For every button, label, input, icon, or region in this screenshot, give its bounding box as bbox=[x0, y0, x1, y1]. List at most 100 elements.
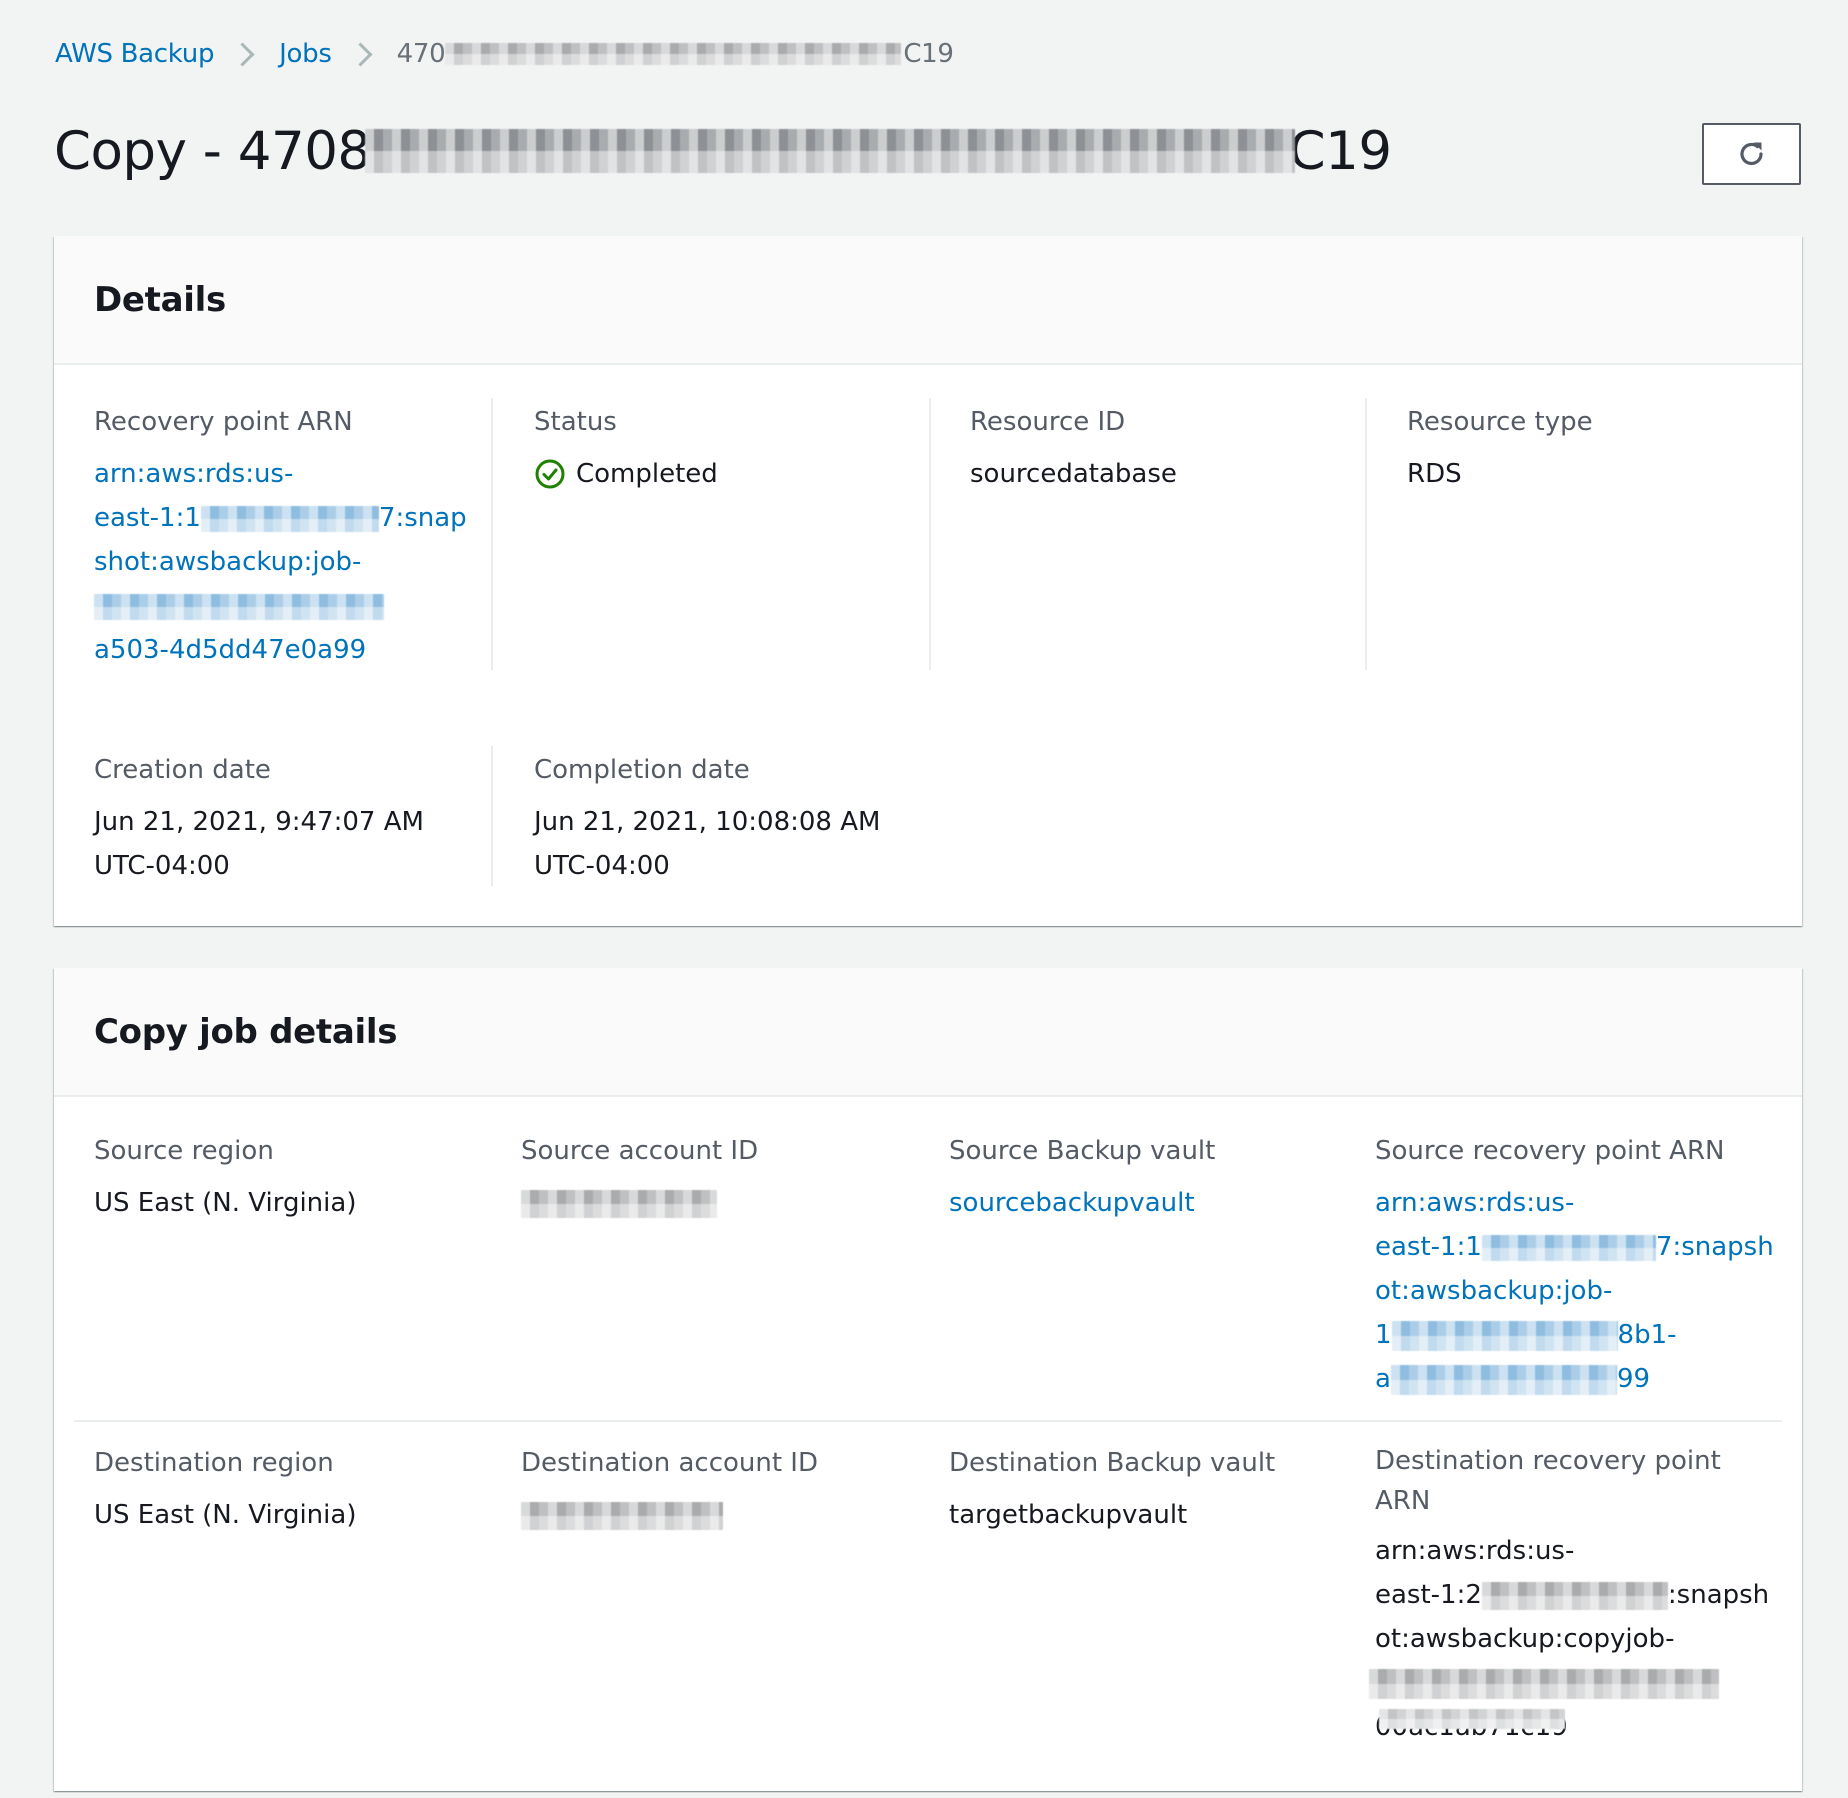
arn-segment: 7:snapsh bbox=[1655, 1232, 1774, 1262]
resource-type-value: RDS bbox=[1407, 459, 1462, 489]
arn-segment: 99 bbox=[1616, 1364, 1651, 1394]
arn-segment: 7:snap bbox=[378, 503, 467, 533]
breadcrumb-current-prefix: 470 bbox=[396, 39, 446, 69]
details-title: Details bbox=[94, 279, 226, 320]
breadcrumb-aws-backup[interactable]: AWS Backup bbox=[55, 39, 214, 69]
arn-line: ot:awsbackup:copyjob- bbox=[1375, 1624, 1675, 1654]
field-label: Status bbox=[534, 407, 617, 437]
arn-line: east-1:1 7:snapsh bbox=[1375, 1225, 1774, 1269]
field-creation-date: Creation date Jun 21, 2021, 9:47:07 AM U… bbox=[94, 748, 424, 888]
arn-line: shot:awsbackup:job- bbox=[94, 547, 362, 577]
redacted-text bbox=[200, 505, 379, 532]
field-status: Status Completed bbox=[534, 400, 718, 496]
redacted-text bbox=[445, 43, 902, 65]
arn-line: 1 8b1- bbox=[1375, 1313, 1774, 1357]
destination-backup-vault-value: targetbackupvault bbox=[949, 1500, 1188, 1530]
refresh-button[interactable] bbox=[1702, 123, 1801, 185]
field-label: Destination Backup vault bbox=[949, 1448, 1276, 1478]
status-badge: Completed bbox=[534, 452, 718, 496]
column-divider bbox=[1365, 398, 1367, 670]
arn-segment: a bbox=[1375, 1364, 1391, 1394]
label-line: Destination recovery point bbox=[1375, 1446, 1721, 1476]
field-destination-region: Destination region US East (N. Virginia) bbox=[94, 1441, 356, 1537]
redacted-text bbox=[521, 1189, 717, 1218]
source-account-id-value bbox=[521, 1181, 758, 1225]
field-label: Source Backup vault bbox=[949, 1136, 1216, 1166]
field-resource-type: Resource type RDS bbox=[1407, 400, 1593, 496]
field-label: Source account ID bbox=[521, 1136, 759, 1166]
field-source-account-id: Source account ID bbox=[521, 1129, 758, 1225]
redacted-text bbox=[1369, 1668, 1719, 1699]
arn-line: ot:awsbackup:job- bbox=[1375, 1276, 1613, 1306]
field-destination-recovery-point-arn: Destination recovery point ARN arn:aws:r… bbox=[1369, 1441, 1769, 1749]
arn-line: a 99 bbox=[1375, 1357, 1774, 1401]
timezone-text: UTC-04:00 bbox=[534, 851, 670, 881]
field-source-region: Source region US East (N. Virginia) bbox=[94, 1129, 356, 1225]
chevron-right-icon bbox=[230, 41, 255, 67]
details-card-header: Details bbox=[54, 236, 1802, 365]
field-destination-backup-vault: Destination Backup vault targetbackupvau… bbox=[949, 1441, 1275, 1537]
page-title-prefix: Copy - 4708 bbox=[54, 120, 371, 182]
completion-date-value: Jun 21, 2021, 10:08:08 AM UTC-04:00 bbox=[534, 800, 880, 888]
label-line: ARN bbox=[1375, 1486, 1431, 1516]
breadcrumb-jobs[interactable]: Jobs bbox=[279, 39, 332, 69]
redacted-text bbox=[364, 129, 1295, 173]
breadcrumb: AWS Backup Jobs 470 C19 bbox=[55, 36, 954, 72]
breadcrumb-current-suffix: C19 bbox=[903, 39, 954, 69]
field-source-backup-vault: Source Backup vault sourcebackupvault bbox=[949, 1129, 1215, 1225]
destination-account-id-value bbox=[521, 1493, 818, 1537]
column-divider bbox=[491, 746, 493, 886]
page-title-suffix: C19 bbox=[1288, 120, 1392, 182]
column-divider bbox=[929, 398, 931, 670]
destination-recovery-point-arn-value: arn:aws:rds:us- east-1:2 :snapsh ot:awsba… bbox=[1369, 1529, 1769, 1749]
copy-job-title: Copy job details bbox=[94, 1011, 398, 1052]
field-completion-date: Completion date Jun 21, 2021, 10:08:08 A… bbox=[534, 748, 880, 888]
arn-line: east-1:2 :snapsh bbox=[1375, 1573, 1769, 1617]
arn-line: arn:aws:rds:us- bbox=[94, 459, 294, 489]
arn-segment: east-1:1 bbox=[1375, 1232, 1482, 1262]
column-divider bbox=[491, 398, 493, 670]
arn-line: arn:aws:rds:us- bbox=[1375, 1536, 1575, 1566]
resource-id-value: sourcedatabase bbox=[970, 459, 1177, 489]
redacted-text bbox=[94, 593, 384, 620]
redacted-text bbox=[1481, 1581, 1668, 1610]
arn-segment: 8b1- bbox=[1617, 1320, 1677, 1350]
field-label: Resource ID bbox=[970, 407, 1126, 437]
field-resource-id: Resource ID sourcedatabase bbox=[970, 400, 1177, 496]
row-divider bbox=[74, 1420, 1782, 1422]
date-text: Jun 21, 2021, 9:47:07 AM bbox=[94, 807, 424, 837]
arn-line bbox=[1369, 1661, 1769, 1705]
destination-region-value: US East (N. Virginia) bbox=[94, 1500, 357, 1530]
date-text: Jun 21, 2021, 10:08:08 AM bbox=[534, 807, 881, 837]
arn-line: east-1:1 7:snap bbox=[94, 496, 467, 540]
field-destination-account-id: Destination account ID bbox=[521, 1441, 818, 1537]
status-text: Completed bbox=[576, 459, 718, 489]
arn-line: a503-4d5dd47e0a99 bbox=[94, 635, 367, 665]
copy-job-card-header: Copy job details bbox=[54, 968, 1802, 1097]
arn-segment: :snapsh bbox=[1667, 1580, 1770, 1610]
recovery-point-arn-link[interactable]: arn:aws:rds:us- east-1:1 7:snap shot:awsb… bbox=[94, 452, 467, 672]
field-label: Recovery point ARN bbox=[94, 407, 353, 437]
page-title: Copy - 4708 C19 bbox=[54, 118, 1392, 184]
redacted-text bbox=[1390, 1364, 1617, 1395]
creation-date-value: Jun 21, 2021, 9:47:07 AM UTC-04:00 bbox=[94, 800, 424, 888]
source-recovery-point-arn-link[interactable]: arn:aws:rds:us- east-1:1 7:snapsh ot:awsb… bbox=[1375, 1181, 1774, 1401]
arn-line: arn:aws:rds:us- bbox=[1375, 1188, 1575, 1218]
field-source-recovery-point-arn: Source recovery point ARN arn:aws:rds:us… bbox=[1375, 1129, 1774, 1401]
breadcrumb-current-job: 470 C19 bbox=[397, 39, 954, 69]
arn-segment: 1 bbox=[1375, 1320, 1392, 1350]
redacted-text bbox=[1391, 1320, 1618, 1351]
details-card: Details Recovery point ARN arn:aws:rds:u… bbox=[54, 236, 1802, 926]
field-label: Destination recovery point ARN bbox=[1375, 1441, 1769, 1521]
field-label: Source region bbox=[94, 1136, 274, 1166]
field-label: Source recovery point ARN bbox=[1375, 1136, 1725, 1166]
redacted-text bbox=[1481, 1234, 1656, 1261]
field-label: Creation date bbox=[94, 755, 271, 785]
arn-segment: east-1:1 bbox=[94, 503, 201, 533]
arn-segment: east-1:2 bbox=[1375, 1580, 1482, 1610]
source-backup-vault-link[interactable]: sourcebackupvault bbox=[949, 1181, 1215, 1225]
field-label: Resource type bbox=[1407, 407, 1593, 437]
chevron-right-icon bbox=[348, 41, 373, 67]
redacted-text bbox=[521, 1501, 723, 1530]
field-label: Destination region bbox=[94, 1448, 334, 1478]
